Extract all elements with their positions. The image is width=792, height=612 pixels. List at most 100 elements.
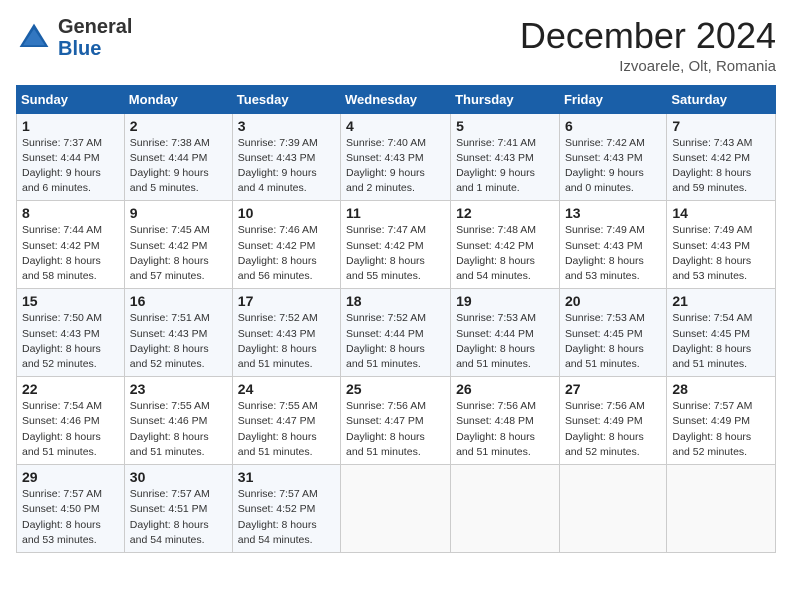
- day-detail: Sunrise: 7:53 AM Sunset: 4:45 PM Dayligh…: [565, 311, 661, 372]
- day-number: 1: [22, 118, 119, 134]
- table-row: 1Sunrise: 7:37 AM Sunset: 4:44 PM Daylig…: [17, 113, 125, 201]
- day-detail: Sunrise: 7:57 AM Sunset: 4:52 PM Dayligh…: [238, 487, 335, 548]
- day-detail: Sunrise: 7:43 AM Sunset: 4:42 PM Dayligh…: [672, 136, 770, 197]
- day-number: 21: [672, 293, 770, 309]
- col-monday: Monday: [124, 85, 232, 113]
- day-detail: Sunrise: 7:40 AM Sunset: 4:43 PM Dayligh…: [346, 136, 445, 197]
- day-number: 11: [346, 205, 445, 221]
- table-row: 20 Sunrise: 7:53 AM Sunset: 4:45 PM Dayli…: [559, 289, 666, 377]
- calendar-header-row: Sunday Monday Tuesday Wednesday Thursday…: [17, 85, 776, 113]
- table-row: 29 Sunrise: 7:57 AM Sunset: 4:50 PM Dayli…: [17, 465, 125, 553]
- calendar-week-row: 22 Sunrise: 7:54 AM Sunset: 4:46 PM Dayli…: [17, 377, 776, 465]
- day-number: 13: [565, 205, 661, 221]
- table-row: 9 Sunrise: 7:45 AM Sunset: 4:42 PM Daylig…: [124, 201, 232, 289]
- day-detail: Sunrise: 7:54 AM Sunset: 4:46 PM Dayligh…: [22, 399, 119, 460]
- day-detail: Sunrise: 7:49 AM Sunset: 4:43 PM Dayligh…: [565, 223, 661, 284]
- day-detail: Sunrise: 7:56 AM Sunset: 4:49 PM Dayligh…: [565, 399, 661, 460]
- day-number: 14: [672, 205, 770, 221]
- day-detail: Sunrise: 7:47 AM Sunset: 4:42 PM Dayligh…: [346, 223, 445, 284]
- day-number: 2: [130, 118, 227, 134]
- month-title: December 2024: [520, 16, 776, 56]
- table-row: 14 Sunrise: 7:49 AM Sunset: 4:43 PM Dayli…: [667, 201, 776, 289]
- day-detail: Sunrise: 7:52 AM Sunset: 4:44 PM Dayligh…: [346, 311, 445, 372]
- table-row: 23 Sunrise: 7:55 AM Sunset: 4:46 PM Dayli…: [124, 377, 232, 465]
- day-number: 15: [22, 293, 119, 309]
- calendar-week-row: 1Sunrise: 7:37 AM Sunset: 4:44 PM Daylig…: [17, 113, 776, 201]
- table-row: 3 Sunrise: 7:39 AM Sunset: 4:43 PM Daylig…: [232, 113, 340, 201]
- calendar-week-row: 8Sunrise: 7:44 AM Sunset: 4:42 PM Daylig…: [17, 201, 776, 289]
- day-number: 27: [565, 381, 661, 397]
- day-number: 12: [456, 205, 554, 221]
- location-text: Izvoarele, Olt, Romania: [520, 58, 776, 75]
- day-number: 10: [238, 205, 335, 221]
- day-number: 6: [565, 118, 661, 134]
- day-number: 19: [456, 293, 554, 309]
- day-number: 25: [346, 381, 445, 397]
- calendar-week-row: 15 Sunrise: 7:50 AM Sunset: 4:43 PM Dayli…: [17, 289, 776, 377]
- table-row: 2 Sunrise: 7:38 AM Sunset: 4:44 PM Daylig…: [124, 113, 232, 201]
- logo-icon: [16, 20, 52, 56]
- logo-blue-text: Blue: [58, 38, 101, 60]
- table-row: 18 Sunrise: 7:52 AM Sunset: 4:44 PM Dayli…: [341, 289, 451, 377]
- day-detail: Sunrise: 7:38 AM Sunset: 4:44 PM Dayligh…: [130, 136, 227, 197]
- day-detail: Sunrise: 7:41 AM Sunset: 4:43 PM Dayligh…: [456, 136, 554, 197]
- table-row: 26Sunrise: 7:56 AM Sunset: 4:48 PM Dayli…: [451, 377, 560, 465]
- day-detail: Sunrise: 7:39 AM Sunset: 4:43 PM Dayligh…: [238, 136, 335, 197]
- day-number: 16: [130, 293, 227, 309]
- day-detail: Sunrise: 7:57 AM Sunset: 4:50 PM Dayligh…: [22, 487, 119, 548]
- col-friday: Friday: [559, 85, 666, 113]
- day-detail: Sunrise: 7:51 AM Sunset: 4:43 PM Dayligh…: [130, 311, 227, 372]
- day-number: 18: [346, 293, 445, 309]
- day-detail: Sunrise: 7:52 AM Sunset: 4:43 PM Dayligh…: [238, 311, 335, 372]
- day-number: 28: [672, 381, 770, 397]
- table-row: 10 Sunrise: 7:46 AM Sunset: 4:42 PM Dayli…: [232, 201, 340, 289]
- day-number: 22: [22, 381, 119, 397]
- day-detail: Sunrise: 7:56 AM Sunset: 4:47 PM Dayligh…: [346, 399, 445, 460]
- calendar-week-row: 29 Sunrise: 7:57 AM Sunset: 4:50 PM Dayli…: [17, 465, 776, 553]
- day-number: 23: [130, 381, 227, 397]
- table-row: 5 Sunrise: 7:41 AM Sunset: 4:43 PM Daylig…: [451, 113, 560, 201]
- day-detail: Sunrise: 7:56 AM Sunset: 4:48 PM Dayligh…: [456, 399, 554, 460]
- day-detail: Sunrise: 7:49 AM Sunset: 4:43 PM Dayligh…: [672, 223, 770, 284]
- table-row: 13 Sunrise: 7:49 AM Sunset: 4:43 PM Dayli…: [559, 201, 666, 289]
- table-row: 28Sunrise: 7:57 AM Sunset: 4:49 PM Dayli…: [667, 377, 776, 465]
- col-wednesday: Wednesday: [341, 85, 451, 113]
- day-number: 17: [238, 293, 335, 309]
- table-row: 12Sunrise: 7:48 AM Sunset: 4:42 PM Dayli…: [451, 201, 560, 289]
- table-row: 27 Sunrise: 7:56 AM Sunset: 4:49 PM Dayli…: [559, 377, 666, 465]
- table-row: 6 Sunrise: 7:42 AM Sunset: 4:43 PM Daylig…: [559, 113, 666, 201]
- table-row: 7 Sunrise: 7:43 AM Sunset: 4:42 PM Daylig…: [667, 113, 776, 201]
- table-row: 4 Sunrise: 7:40 AM Sunset: 4:43 PM Daylig…: [341, 113, 451, 201]
- table-row: [559, 465, 666, 553]
- day-number: 9: [130, 205, 227, 221]
- page-header: General Blue December 2024 Izvoarele, Ol…: [16, 16, 776, 75]
- table-row: 31Sunrise: 7:57 AM Sunset: 4:52 PM Dayli…: [232, 465, 340, 553]
- day-detail: Sunrise: 7:57 AM Sunset: 4:51 PM Dayligh…: [130, 487, 227, 548]
- day-number: 24: [238, 381, 335, 397]
- table-row: [451, 465, 560, 553]
- logo: General Blue: [16, 16, 132, 60]
- table-row: 24Sunrise: 7:55 AM Sunset: 4:47 PM Dayli…: [232, 377, 340, 465]
- day-detail: Sunrise: 7:46 AM Sunset: 4:42 PM Dayligh…: [238, 223, 335, 284]
- day-detail: Sunrise: 7:55 AM Sunset: 4:46 PM Dayligh…: [130, 399, 227, 460]
- day-detail: Sunrise: 7:53 AM Sunset: 4:44 PM Dayligh…: [456, 311, 554, 372]
- logo-general-text: General: [58, 16, 132, 38]
- day-number: 3: [238, 118, 335, 134]
- col-saturday: Saturday: [667, 85, 776, 113]
- table-row: 19 Sunrise: 7:53 AM Sunset: 4:44 PM Dayli…: [451, 289, 560, 377]
- day-number: 29: [22, 469, 119, 485]
- day-number: 5: [456, 118, 554, 134]
- table-row: 16 Sunrise: 7:51 AM Sunset: 4:43 PM Dayli…: [124, 289, 232, 377]
- day-detail: Sunrise: 7:54 AM Sunset: 4:45 PM Dayligh…: [672, 311, 770, 372]
- col-thursday: Thursday: [451, 85, 560, 113]
- day-detail: Sunrise: 7:50 AM Sunset: 4:43 PM Dayligh…: [22, 311, 119, 372]
- day-number: 20: [565, 293, 661, 309]
- table-row: 17 Sunrise: 7:52 AM Sunset: 4:43 PM Dayli…: [232, 289, 340, 377]
- table-row: 11 Sunrise: 7:47 AM Sunset: 4:42 PM Dayli…: [341, 201, 451, 289]
- title-block: December 2024 Izvoarele, Olt, Romania: [520, 16, 776, 75]
- day-detail: Sunrise: 7:45 AM Sunset: 4:42 PM Dayligh…: [130, 223, 227, 284]
- day-number: 7: [672, 118, 770, 134]
- day-number: 4: [346, 118, 445, 134]
- day-detail: Sunrise: 7:42 AM Sunset: 4:43 PM Dayligh…: [565, 136, 661, 197]
- table-row: 21 Sunrise: 7:54 AM Sunset: 4:45 PM Dayli…: [667, 289, 776, 377]
